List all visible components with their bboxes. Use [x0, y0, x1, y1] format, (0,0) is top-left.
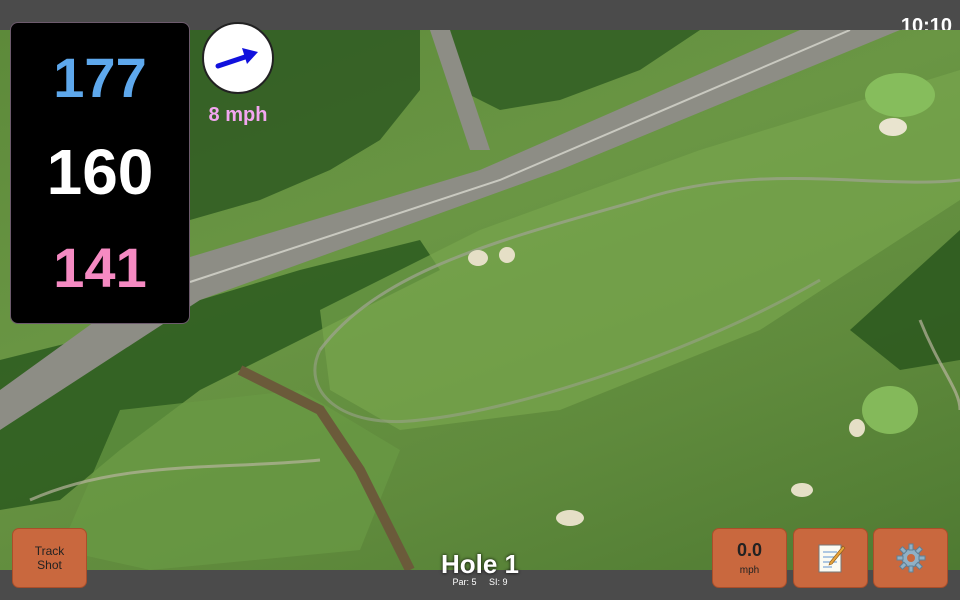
front-distance: 141 [53, 236, 147, 299]
hole-par: Par: 5 [452, 577, 477, 587]
track-shot-label-line2: Shot [37, 558, 62, 572]
wind-arrow-icon [215, 48, 258, 69]
distance-panel: 177 160 141 [10, 22, 190, 324]
settings-button[interactable] [873, 528, 948, 588]
hole-meta: Par: 5 SI: 9 [380, 577, 580, 587]
back-distance: 177 [53, 46, 147, 109]
hole-stroke-index: SI: 9 [489, 577, 508, 587]
speed-unit: mph [739, 565, 760, 576]
track-shot-label-line1: Track [34, 544, 65, 558]
notepad-icon [818, 544, 845, 573]
speed-value: 0.0 [736, 540, 763, 560]
wind-indicator [202, 22, 274, 94]
wind-speed: 8 mph [208, 104, 268, 126]
notes-button[interactable] [793, 528, 868, 588]
track-shot-button[interactable]: Track Shot [12, 528, 87, 588]
speed-button[interactable]: 0.0 mph [712, 528, 787, 588]
hole-title: Hole 1 [440, 549, 520, 579]
gear-icon [896, 543, 925, 573]
middle-distance: 160 [46, 136, 154, 208]
